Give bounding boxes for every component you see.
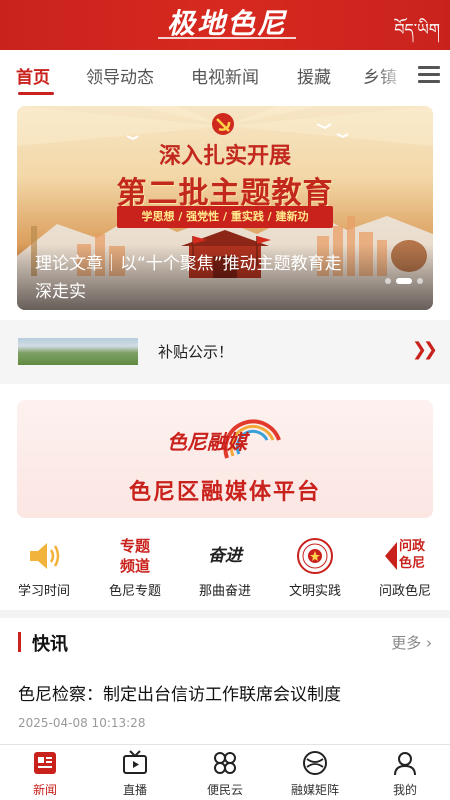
wenzheng-icon: 问政 色尼 bbox=[383, 536, 429, 576]
quick-link-civilization[interactable]: 文明实践 bbox=[275, 532, 355, 604]
services-icon bbox=[214, 752, 236, 774]
flash-news-more-link[interactable]: 更多 › bbox=[391, 632, 432, 653]
notice-text[interactable]: 补贴公示！ bbox=[158, 341, 233, 362]
quick-link-special-topic[interactable]: 专题 频道 色尼专题 bbox=[95, 532, 175, 604]
nav-label: 直播 bbox=[122, 783, 147, 797]
media-matrix-icon bbox=[303, 751, 327, 775]
naqu-fenjin-icon-text: 奋进 bbox=[208, 546, 242, 566]
wenzheng-icon-line2: 色尼 bbox=[399, 556, 426, 571]
double-chevron-right-icon[interactable]: ❯❯ bbox=[412, 339, 438, 360]
quick-links: 学习时间 专题 频道 色尼专题 奋进 那曲奋进 文明实践 问政 色尼 问政色尼 bbox=[0, 524, 450, 610]
media-platform-title: 色尼区融媒体平台 bbox=[128, 480, 321, 505]
section-accent-bar bbox=[18, 632, 21, 652]
media-platform-banner[interactable]: 色尼融媒 色尼区融媒体平台 bbox=[17, 400, 433, 518]
user-icon bbox=[394, 752, 416, 776]
logo-underline bbox=[158, 37, 296, 39]
notice-item[interactable]: 补贴公示！ ❯❯ bbox=[0, 320, 450, 384]
active-tab-indicator bbox=[18, 92, 54, 95]
nav-media-matrix[interactable]: 融媒矩阵 bbox=[270, 749, 360, 799]
banner-caption-overlay: 理论文章｜以“十个聚焦”推动主题教育走深走实 bbox=[17, 244, 433, 310]
chevron-right-icon: › bbox=[426, 634, 432, 652]
civilization-seal-icon bbox=[297, 538, 333, 574]
carousel-indicator bbox=[380, 278, 423, 284]
quick-link-label: 问政色尼 bbox=[378, 584, 431, 599]
promo-section: 色尼融媒 色尼区融媒体平台 bbox=[0, 384, 450, 524]
flash-news-section: 快讯 更多 › 色尼检察：制定出台信访工作联席会议制度 2025-04-08 1… bbox=[0, 618, 450, 744]
carousel-dot-active[interactable] bbox=[396, 278, 412, 284]
tabs-fade bbox=[376, 50, 406, 98]
tv-icon bbox=[123, 750, 147, 774]
quick-link-label: 那曲奋进 bbox=[198, 584, 251, 599]
menu-icon[interactable] bbox=[414, 62, 442, 86]
media-platform-logo-text: 色尼融媒 bbox=[167, 430, 247, 454]
wenzheng-icon-line1: 问政 bbox=[399, 539, 426, 554]
bottom-navigation: 新闻 直播 便民云 融媒矩阵 我的 bbox=[0, 744, 450, 800]
quick-link-label: 色尼专题 bbox=[108, 584, 161, 599]
news-icon bbox=[34, 752, 56, 774]
special-topic-icon-line2: 频道 bbox=[119, 557, 150, 575]
notice-thumbnail bbox=[18, 338, 138, 365]
nav-label: 新闻 bbox=[32, 783, 57, 797]
tab-aid-tibet[interactable]: 援藏 bbox=[297, 63, 331, 88]
channel-tabs: 首页 领导动态 电视新闻 援藏 乡镇 bbox=[0, 50, 450, 98]
news-item-time: 2025-04-08 10:13:28 bbox=[18, 716, 146, 730]
nav-label: 我的 bbox=[392, 783, 417, 797]
app-logo: 极地色尼 bbox=[154, 6, 300, 42]
quick-link-wenzheng[interactable]: 问政 色尼 问政色尼 bbox=[365, 532, 445, 604]
app-header: 极地色尼 བོད་ཡིག bbox=[0, 0, 450, 50]
tab-home[interactable]: 首页 bbox=[16, 63, 50, 88]
nav-profile[interactable]: 我的 bbox=[360, 749, 450, 799]
carousel-dot[interactable] bbox=[417, 278, 423, 284]
app-logo-text: 极地色尼 bbox=[166, 7, 287, 40]
quick-link-label: 学习时间 bbox=[17, 584, 70, 599]
tab-tv-news[interactable]: 电视新闻 bbox=[191, 63, 259, 88]
nav-live[interactable]: 直播 bbox=[90, 749, 180, 799]
flash-news-title: 快讯 bbox=[32, 634, 68, 655]
quick-link-label: 文明实践 bbox=[288, 584, 341, 599]
news-item-title[interactable]: 色尼检察：制定出台信访工作联席会议制度 bbox=[18, 680, 341, 705]
special-topic-icon-line1: 专题 bbox=[119, 537, 150, 555]
special-topic-icon: 专题 频道 bbox=[111, 536, 159, 576]
nav-label: 便民云 bbox=[206, 783, 243, 797]
banner-slide[interactable]: 深入扎实开展 第二批主题教育 学思想 / 强党性 / 重实践 / 建新功 理论文… bbox=[17, 106, 433, 310]
quick-link-study-time[interactable]: 学习时间 bbox=[4, 532, 84, 604]
speaker-icon bbox=[30, 543, 60, 569]
banner-headline-small: 深入扎实开展 bbox=[158, 144, 291, 169]
tab-leader-news[interactable]: 领导动态 bbox=[86, 63, 154, 88]
carousel-dot[interactable] bbox=[385, 278, 391, 284]
nav-label: 融媒矩阵 bbox=[290, 783, 339, 797]
quick-link-naqu-fenjin[interactable]: 奋进 那曲奋进 bbox=[185, 532, 265, 604]
nav-news[interactable]: 新闻 bbox=[0, 749, 90, 799]
banner-caption[interactable]: 理论文章｜以“十个聚焦”推动主题教育走深走实 bbox=[35, 250, 355, 306]
wenzheng-icon-text: 问政 色尼 bbox=[399, 538, 425, 572]
more-label: 更多 bbox=[391, 634, 422, 652]
nav-services[interactable]: 便民云 bbox=[180, 749, 270, 799]
naqu-fenjin-icon: 奋进 bbox=[199, 536, 251, 576]
banner-subline: 学思想 / 强党性 / 重实践 / 建新功 bbox=[117, 206, 333, 228]
banner-section: 深入扎实开展 第二批主题教育 学思想 / 强党性 / 重实践 / 建新功 理论文… bbox=[0, 98, 450, 320]
